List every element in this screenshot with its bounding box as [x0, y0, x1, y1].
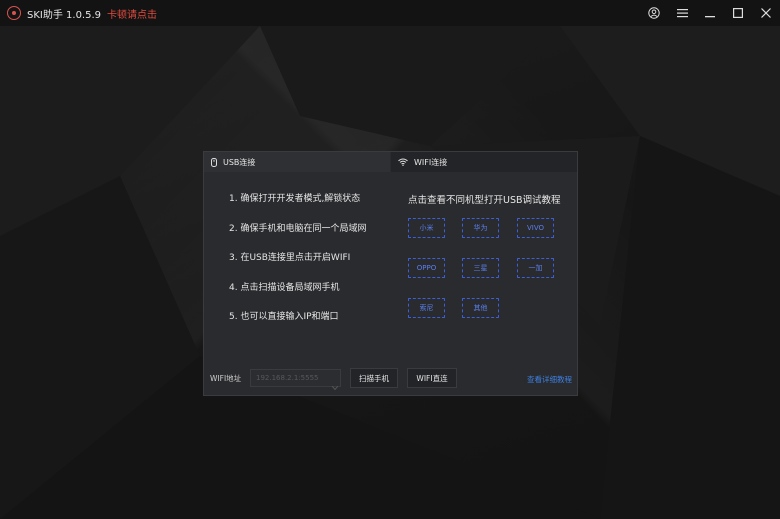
brand-button-sony[interactable]: 索尼: [408, 298, 445, 318]
instruction-step: 4. 点击扫描设备局域网手机: [229, 282, 340, 293]
maximize-icon[interactable]: [724, 0, 752, 26]
user-icon[interactable]: [640, 0, 668, 26]
instruction-step: 3. 在USB连接里点击开启WIFI: [229, 253, 351, 263]
connection-panel: USB连接 WIFI连接 1. 确保打开开发者模式,解锁状态 2. 确保手机和电…: [203, 151, 578, 396]
wifi-connect-bar: WIFI地址 扫描手机 WIFI直连 查看详细教程: [204, 368, 579, 391]
close-icon[interactable]: [752, 0, 780, 26]
brand-button-vivo[interactable]: VIVO: [517, 218, 554, 238]
window-controls: [640, 0, 780, 26]
title-bar: SKI助手 1.0.5.9 卡顿请点击: [0, 0, 780, 26]
brand-tutorial-title: 点击查看不同机型打开USB调试教程: [408, 195, 561, 206]
brand-button-other[interactable]: 其他: [462, 298, 499, 318]
connection-tabs: USB连接 WIFI连接: [204, 152, 577, 172]
wifi-address-input[interactable]: [250, 369, 341, 387]
detailed-tutorial-link[interactable]: 查看详细教程: [527, 374, 572, 385]
wifi-address-label: WIFI地址: [210, 374, 242, 383]
brand-button-oppo[interactable]: OPPO: [408, 258, 445, 278]
instruction-step: 5. 也可以直接输入IP和端口: [229, 312, 339, 322]
app-title: SKI助手 1.0.5.9: [27, 9, 102, 21]
usb-icon: [211, 157, 217, 167]
menu-icon[interactable]: [668, 0, 696, 26]
brand-button-huawei[interactable]: 华为: [462, 218, 499, 238]
tab-usb-label: USB连接: [223, 157, 256, 167]
minimize-icon[interactable]: [696, 0, 724, 26]
wifi-icon: [398, 158, 408, 166]
instruction-step: 2. 确保手机和电脑在同一个局域网: [229, 223, 367, 234]
wifi-direct-connect-button[interactable]: WIFI直连: [407, 368, 457, 388]
tab-wifi-label: WIFI连接: [414, 157, 448, 167]
instruction-list: 1. 确保打开开发者模式,解锁状态 2. 确保手机和电脑在同一个局域网 3. 在…: [229, 192, 366, 340]
tab-wifi[interactable]: WIFI连接: [391, 152, 577, 172]
brand-button-xiaomi[interactable]: 小米: [408, 218, 445, 238]
chevron-down-icon[interactable]: [331, 375, 339, 394]
lag-help-link[interactable]: 卡顿请点击: [107, 6, 157, 21]
instruction-step: 1. 确保打开开发者模式,解锁状态: [229, 194, 361, 204]
brand-button-samsung[interactable]: 三星: [462, 258, 499, 278]
app-logo-icon: [7, 6, 21, 20]
tab-usb[interactable]: USB连接: [204, 152, 391, 172]
brand-button-oneplus[interactable]: 一加: [517, 258, 554, 278]
scan-phone-button[interactable]: 扫描手机: [350, 368, 398, 388]
